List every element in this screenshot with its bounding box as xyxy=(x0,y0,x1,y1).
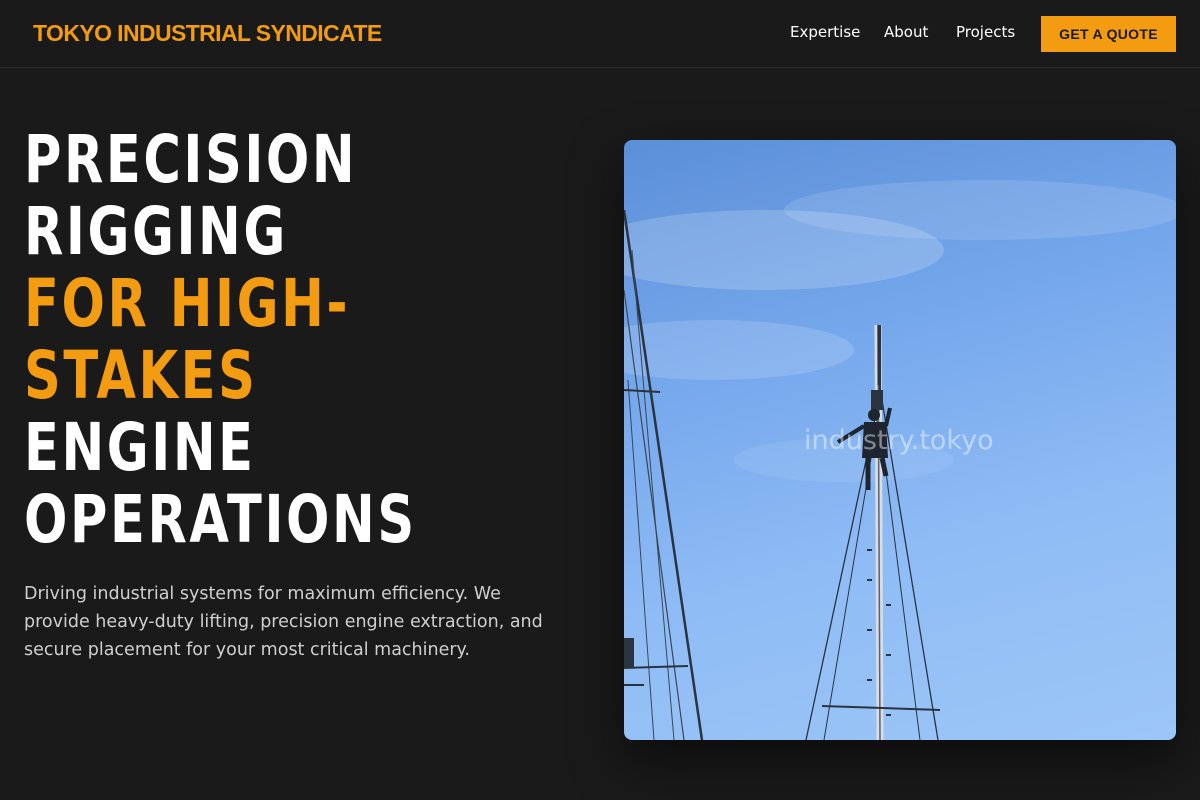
hero-title-line: PRECISION xyxy=(24,121,358,198)
hero-title-line-accent: FOR HIGH- xyxy=(24,265,351,342)
image-watermark: industry.tokyo xyxy=(804,425,994,456)
nav-link-expertise[interactable]: Expertise xyxy=(790,23,860,41)
get-a-quote-button[interactable]: GET A QUOTE xyxy=(1041,16,1176,52)
top-navbar: TOKYO INDUSTRIAL SYNDICATE Expertise Abo… xyxy=(0,0,1200,68)
brand-logo[interactable]: TOKYO INDUSTRIAL SYNDICATE xyxy=(33,20,382,47)
hero-description: Driving industrial systems for maximum e… xyxy=(24,584,543,660)
hero-title-line: ENGINE xyxy=(24,409,256,486)
hero-image-mast-climber: industry.tokyo xyxy=(624,140,1176,740)
hero-title-line-accent: STAKES xyxy=(24,337,258,414)
nav-link-projects[interactable]: Projects xyxy=(956,23,1015,41)
hero-title-line: OPERATIONS xyxy=(24,481,417,558)
hero-title-line: RIGGING xyxy=(24,193,288,270)
hero-title: PRECISION RIGGING FOR HIGH- STAKES ENGIN… xyxy=(24,124,506,556)
nav-link-about[interactable]: About xyxy=(884,23,928,41)
